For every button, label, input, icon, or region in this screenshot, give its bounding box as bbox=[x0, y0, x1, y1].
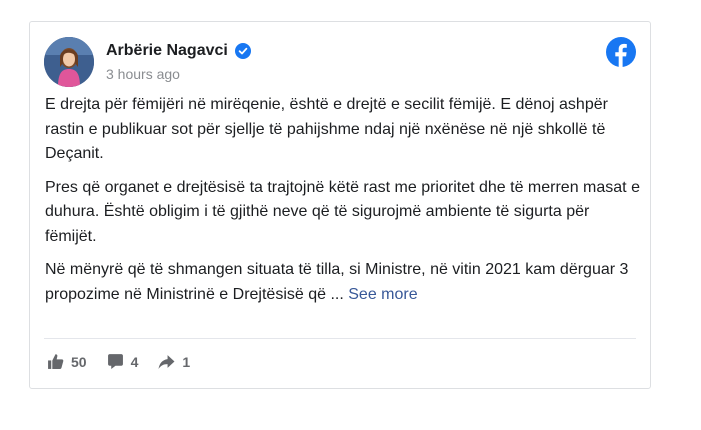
comment-count: 4 bbox=[130, 353, 139, 370]
post-body: E drejta për fëmijëri në mirëqenie, ësht… bbox=[45, 93, 641, 316]
divider bbox=[44, 338, 636, 339]
comment-icon bbox=[107, 354, 123, 369]
verified-badge-icon bbox=[234, 43, 251, 59]
like-button[interactable]: 50 bbox=[47, 353, 87, 370]
facebook-logo-icon[interactable] bbox=[606, 37, 636, 67]
thumbs-up-icon bbox=[48, 354, 64, 369]
like-count: 50 bbox=[71, 353, 87, 370]
post-card: Arbërie Nagavci 3 hours ago E drejta për… bbox=[29, 21, 651, 389]
post-paragraph-text: Në mënyrë që të shmangen situata të till… bbox=[45, 261, 629, 303]
avatar[interactable] bbox=[44, 37, 94, 87]
share-arrow-icon bbox=[158, 355, 175, 369]
post-paragraph: Pres që organet e drejtësisë ta trajtojn… bbox=[45, 178, 640, 245]
post-actions: 50 4 1 bbox=[47, 353, 210, 370]
post-paragraph: Në mënyrë që të shmangen situata të till… bbox=[45, 258, 641, 307]
share-count: 1 bbox=[182, 353, 191, 370]
post-paragraph: E drejta për fëmijëri në mirëqenie, ësht… bbox=[45, 96, 608, 162]
see-more-link[interactable]: See more bbox=[348, 286, 417, 303]
author-name-label[interactable]: Arbërie Nagavci bbox=[106, 42, 228, 60]
comment-button[interactable]: 4 bbox=[107, 353, 139, 370]
share-button[interactable]: 1 bbox=[158, 353, 190, 370]
author-name[interactable]: Arbërie Nagavci bbox=[106, 42, 251, 60]
post-timestamp[interactable]: 3 hours ago bbox=[106, 66, 180, 82]
